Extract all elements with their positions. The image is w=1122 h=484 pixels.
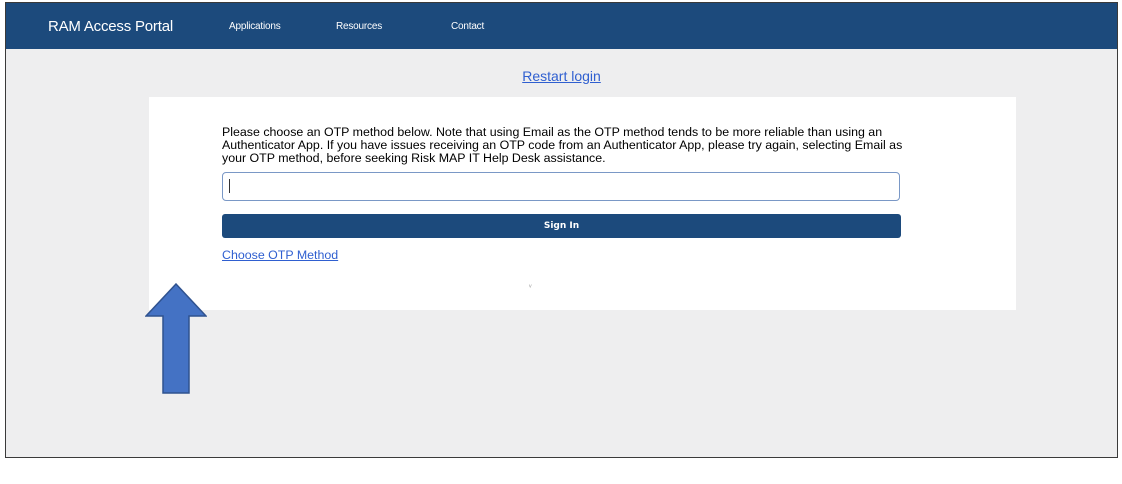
choose-otp-method-link[interactable]: Choose OTP Method bbox=[222, 248, 338, 262]
nav-applications[interactable]: Applications bbox=[229, 21, 281, 32]
otp-code-input[interactable] bbox=[222, 172, 900, 201]
arrow-up-icon bbox=[145, 283, 207, 394]
brand-title[interactable]: RAM Access Portal bbox=[48, 18, 173, 35]
loading-indicator: ᵥ bbox=[529, 280, 532, 289]
browser-frame: RAM Access Portal Applications Resources… bbox=[5, 2, 1118, 458]
nav-contact[interactable]: Contact bbox=[451, 21, 484, 32]
top-nav-bar: RAM Access Portal Applications Resources… bbox=[6, 3, 1117, 49]
arrow-up-shape bbox=[145, 283, 207, 394]
otp-notice-text: Please choose an OTP method below. Note … bbox=[222, 125, 903, 165]
nav-resources[interactable]: Resources bbox=[336, 21, 382, 32]
restart-login-link[interactable]: Restart login bbox=[6, 68, 1117, 84]
login-card: Please choose an OTP method below. Note … bbox=[149, 97, 1016, 310]
sign-in-button[interactable]: Sign In bbox=[222, 214, 901, 238]
text-caret bbox=[229, 179, 230, 193]
